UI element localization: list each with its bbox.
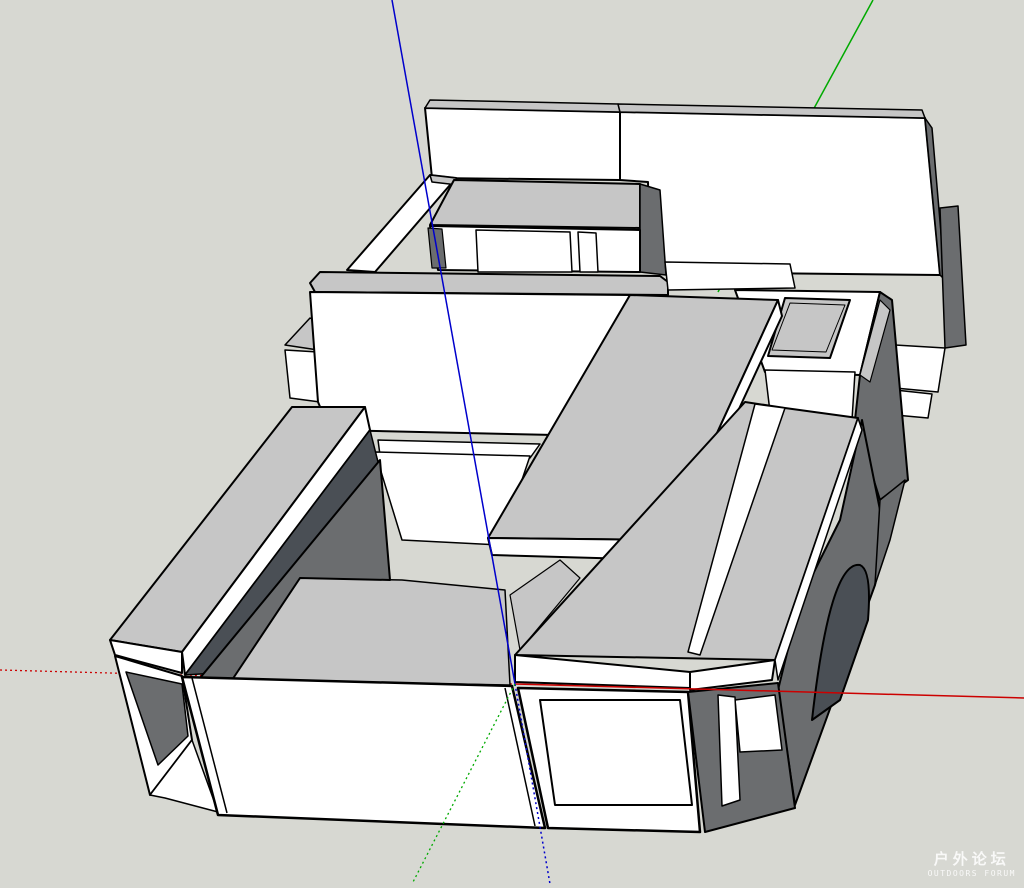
model-viewport[interactable]: 户外论坛 OUTDOORS FORUM [0, 0, 1024, 885]
green-axis-positive [811, 0, 874, 113]
forum-watermark: 户外论坛 OUTDOORS FORUM [928, 848, 1016, 878]
front-opening[interactable] [539, 699, 693, 806]
watermark-english: OUTDOORS FORUM [927, 869, 1016, 878]
watermark-chinese: 户外论坛 [933, 850, 1010, 868]
back-cabinet[interactable] [346, 174, 667, 276]
model-scene[interactable] [0, 0, 1024, 885]
front-face[interactable] [180, 675, 796, 834]
